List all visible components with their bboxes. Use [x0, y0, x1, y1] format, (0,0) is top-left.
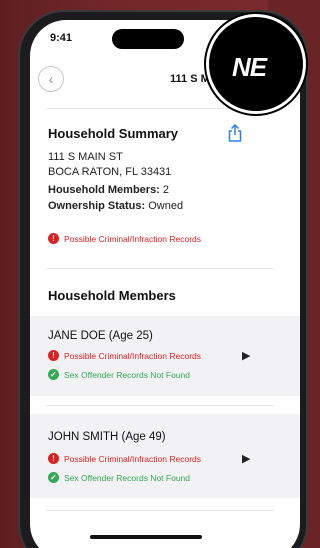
chevron-right-icon[interactable]: ▶: [242, 349, 250, 362]
member-name: JOHN SMITH: [48, 431, 119, 443]
member-age: (Age 49): [121, 431, 166, 443]
check-icon: ✓: [48, 472, 59, 483]
member-sex-offender-status: ✓ Sex Offender Records Not Found: [48, 369, 190, 380]
member-sex-offender-status: ✓ Sex Offender Records Not Found: [48, 472, 190, 483]
member-name-row: JANE DOE (Age 25): [48, 330, 153, 342]
member-name-row: JOHN SMITH (Age 49): [48, 431, 166, 443]
household-members-title: Household Members: [48, 288, 176, 303]
alert-text: Possible Criminal/Infraction Records: [64, 453, 201, 464]
member-name: JANE DOE: [48, 330, 106, 342]
back-button[interactable]: ‹: [38, 66, 64, 92]
ownership-value: Owned: [148, 200, 184, 212]
status-time: 9:41: [50, 32, 73, 44]
badge-text: NE: [232, 52, 267, 82]
summary-criminal-alert: ! Possible Criminal/Infraction Records: [48, 233, 201, 244]
divider: [46, 510, 274, 511]
chevron-left-icon: ‹: [48, 71, 54, 87]
member-age: (Age 25): [108, 330, 153, 342]
alert-text: Possible Criminal/Infraction Records: [64, 350, 201, 361]
ownership-status: Ownership Status: Owned: [48, 200, 183, 212]
ownership-label: Ownership Status:: [48, 200, 146, 212]
alert-icon: !: [48, 350, 59, 361]
household-members-count: Household Members: 2: [48, 184, 169, 196]
member-criminal-alert: ! Possible Criminal/Infraction Records: [48, 453, 201, 464]
home-indicator: [90, 535, 202, 539]
members-value: 2: [162, 184, 170, 196]
member-criminal-alert: ! Possible Criminal/Infraction Records: [48, 350, 201, 361]
status-text: Sex Offender Records Not Found: [64, 369, 190, 380]
chevron-right-icon[interactable]: ▶: [242, 452, 250, 465]
share-icon[interactable]: [228, 124, 242, 142]
members-label: Household Members:: [48, 184, 160, 196]
alert-icon: !: [48, 453, 59, 464]
divider: [46, 268, 274, 269]
dynamic-island: [112, 29, 184, 49]
address-line-2: BOCA RATON, FL 33431: [48, 166, 172, 178]
divider: [46, 405, 274, 406]
address-line-1: 111 S MAIN ST: [48, 151, 123, 163]
member-card-john[interactable]: JOHN SMITH (Age 49) ! Possible Criminal/…: [30, 414, 300, 498]
alert-text: Possible Criminal/Infraction Records: [64, 233, 201, 244]
member-card-jane[interactable]: JANE DOE (Age 25) ! Possible Criminal/In…: [30, 316, 300, 396]
household-summary-title: Household Summary: [48, 126, 179, 141]
status-text: Sex Offender Records Not Found: [64, 472, 190, 483]
alert-icon: !: [48, 233, 59, 244]
check-icon: ✓: [48, 369, 59, 380]
